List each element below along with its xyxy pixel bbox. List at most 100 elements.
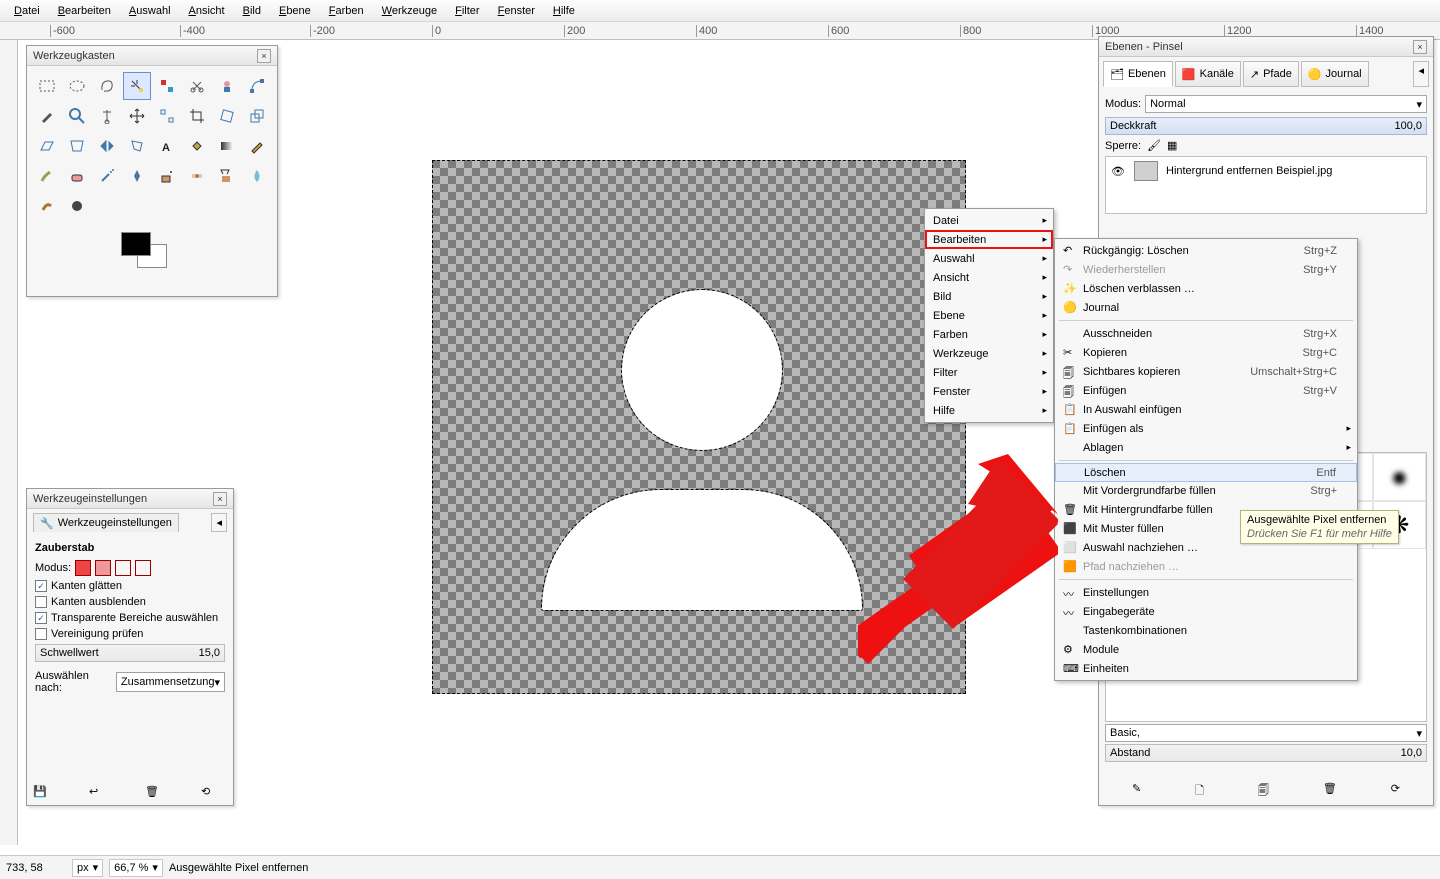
menubar[interactable]: Datei Bearbeiten Auswahl Ansicht Bild Eb… [0, 0, 1440, 22]
mode-intersect-icon[interactable] [135, 560, 151, 576]
menu-hilfe[interactable]: Hilfe [545, 3, 583, 19]
menu-werkzeuge[interactable]: Werkzeuge [374, 3, 445, 19]
ctx-datei[interactable]: Datei▸ [925, 211, 1053, 230]
tab-menu-icon[interactable]: ◂ [1413, 61, 1429, 87]
ctx-bearbeiten[interactable]: Bearbeiten▸ [925, 230, 1053, 249]
tool-bucket-fill[interactable] [183, 132, 211, 160]
ctx-edit-item[interactable]: 🗐EinfügenStrg+V [1055, 381, 1357, 400]
fg-bg-color[interactable] [121, 232, 177, 276]
ctx-edit-item[interactable]: Tastenkombinationen [1055, 621, 1357, 640]
select-by-combo[interactable]: Zusammensetzung ▾ [116, 672, 225, 692]
ctx-edit-item[interactable]: ✨Löschen verblassen … [1055, 279, 1357, 298]
ctx-edit-item[interactable]: 🟡Journal [1055, 298, 1357, 317]
restore-preset-icon[interactable]: ↩ [89, 785, 105, 801]
tab-menu-icon[interactable]: ◂ [211, 513, 227, 532]
ctx-hilfe[interactable]: Hilfe▸ [925, 401, 1053, 420]
tool-ink[interactable] [123, 162, 151, 190]
status-zoom-combo[interactable]: 66,7 %▾ [109, 859, 163, 877]
ctx-fenster[interactable]: Fenster▸ [925, 382, 1053, 401]
mode-replace-icon[interactable] [75, 560, 91, 576]
image-canvas[interactable] [432, 160, 966, 694]
brush-cell[interactable]: ● [1373, 453, 1426, 501]
menu-datei[interactable]: Datei [6, 3, 48, 19]
tool-dodge-burn[interactable] [63, 192, 91, 220]
tool-align[interactable] [153, 102, 181, 130]
tool-blend[interactable] [213, 132, 241, 160]
ctx-edit-item[interactable]: Ablagen▸ [1055, 438, 1357, 457]
edit-brush-icon[interactable]: ✎ [1132, 782, 1141, 801]
delete-preset-icon[interactable]: 🗑 [145, 785, 161, 801]
ctx-werkzeuge[interactable]: Werkzeuge▸ [925, 344, 1053, 363]
right-dock-titlebar[interactable]: Ebenen - Pinsel × [1099, 37, 1433, 57]
lock-pixels-icon[interactable]: 🖌 [1147, 139, 1161, 152]
context-menu-main[interactable]: Datei▸ Bearbeiten▸ Auswahl▸ Ansicht▸ Bil… [924, 208, 1054, 423]
tool-perspective-clone[interactable] [213, 162, 241, 190]
reset-preset-icon[interactable]: ⟲ [201, 785, 217, 801]
tool-rotate[interactable] [213, 102, 241, 130]
toolbox-panel[interactable]: Werkzeugkasten × A [26, 45, 278, 297]
tab-channels[interactable]: 🟥Kanäle [1175, 61, 1241, 87]
menu-auswahl[interactable]: Auswahl [121, 3, 179, 19]
layer-row[interactable]: 👁 Hintergrund entfernen Beispiel.jpg [1108, 159, 1424, 183]
antialias-checkbox[interactable]: ✓ [35, 580, 47, 592]
duplicate-brush-icon[interactable]: 🗐 [1258, 782, 1269, 801]
threshold-slider[interactable]: Schwellwert 15,0 [35, 644, 225, 662]
blend-mode-combo[interactable]: Normal ▾ [1145, 95, 1427, 113]
close-icon[interactable]: × [1413, 40, 1427, 54]
tool-blur[interactable] [243, 162, 271, 190]
menu-ansicht[interactable]: Ansicht [181, 3, 233, 19]
tool-shear[interactable] [33, 132, 61, 160]
tool-free-select[interactable] [93, 72, 121, 100]
menu-farben[interactable]: Farben [321, 3, 372, 19]
tool-zoom[interactable] [63, 102, 91, 130]
menu-filter[interactable]: Filter [447, 3, 487, 19]
tool-paths[interactable] [243, 72, 271, 100]
close-icon[interactable]: × [257, 49, 271, 63]
new-brush-icon[interactable]: 🗋 [1195, 782, 1204, 801]
menu-bild[interactable]: Bild [235, 3, 269, 19]
tool-flip[interactable] [93, 132, 121, 160]
layer-name[interactable]: Hintergrund entfernen Beispiel.jpg [1166, 165, 1332, 177]
mode-subtract-icon[interactable] [115, 560, 131, 576]
tool-rect-select[interactable] [33, 72, 61, 100]
tool-ellipse-select[interactable] [63, 72, 91, 100]
save-preset-icon[interactable]: 💾 [33, 785, 49, 801]
menu-bearbeiten[interactable]: Bearbeiten [50, 3, 119, 19]
menu-ebene[interactable]: Ebene [271, 3, 319, 19]
tool-crop[interactable] [183, 102, 211, 130]
ctx-edit-item[interactable]: 〰Eingabegeräte [1055, 602, 1357, 621]
tool-text[interactable]: A [153, 132, 181, 160]
context-menu-edit[interactable]: ↶Rückgängig: LöschenStrg+Z↷Wiederherstel… [1054, 238, 1358, 681]
tool-clone[interactable] [153, 162, 181, 190]
ctx-edit-item[interactable]: 📋In Auswahl einfügen [1055, 400, 1357, 419]
ctx-edit-item[interactable]: ⌨Einheiten [1055, 659, 1357, 678]
feather-checkbox[interactable] [35, 596, 47, 608]
tool-paintbrush[interactable] [33, 162, 61, 190]
merged-checkbox[interactable] [35, 628, 47, 640]
ctx-edit-item[interactable]: LöschenEntf [1055, 463, 1357, 482]
tool-color-picker[interactable] [33, 102, 61, 130]
tool-scissors[interactable] [183, 72, 211, 100]
ctx-auswahl[interactable]: Auswahl▸ [925, 249, 1053, 268]
ctx-filter[interactable]: Filter▸ [925, 363, 1053, 382]
tool-measure[interactable] [93, 102, 121, 130]
menu-fenster[interactable]: Fenster [490, 3, 543, 19]
tab-paths[interactable]: ↗Pfade [1243, 61, 1299, 87]
tab-journal[interactable]: 🟡Journal [1301, 61, 1369, 87]
ctx-edit-item[interactable]: AusschneidenStrg+X [1055, 324, 1357, 343]
tool-airbrush[interactable] [93, 162, 121, 190]
brush-category-combo[interactable]: Basic, ▾ [1105, 724, 1427, 742]
ctx-ansicht[interactable]: Ansicht▸ [925, 268, 1053, 287]
tool-scale[interactable] [243, 102, 271, 130]
ctx-edit-item[interactable]: 🟧Pfad nachziehen … [1055, 557, 1357, 576]
ctx-edit-item[interactable]: ⚙Module [1055, 640, 1357, 659]
tool-perspective[interactable] [63, 132, 91, 160]
tool-options-panel[interactable]: Werkzeugeinstellungen × 🔧 Werkzeugeinste… [26, 488, 234, 806]
ctx-edit-item[interactable]: ✂KopierenStrg+C [1055, 343, 1357, 362]
delete-brush-icon[interactable]: 🗑 [1323, 782, 1337, 801]
fg-color-swatch[interactable] [121, 232, 151, 256]
eye-icon[interactable]: 👁 [1110, 165, 1126, 178]
tool-eraser[interactable] [63, 162, 91, 190]
tool-move[interactable] [123, 102, 151, 130]
tool-heal[interactable] [183, 162, 211, 190]
